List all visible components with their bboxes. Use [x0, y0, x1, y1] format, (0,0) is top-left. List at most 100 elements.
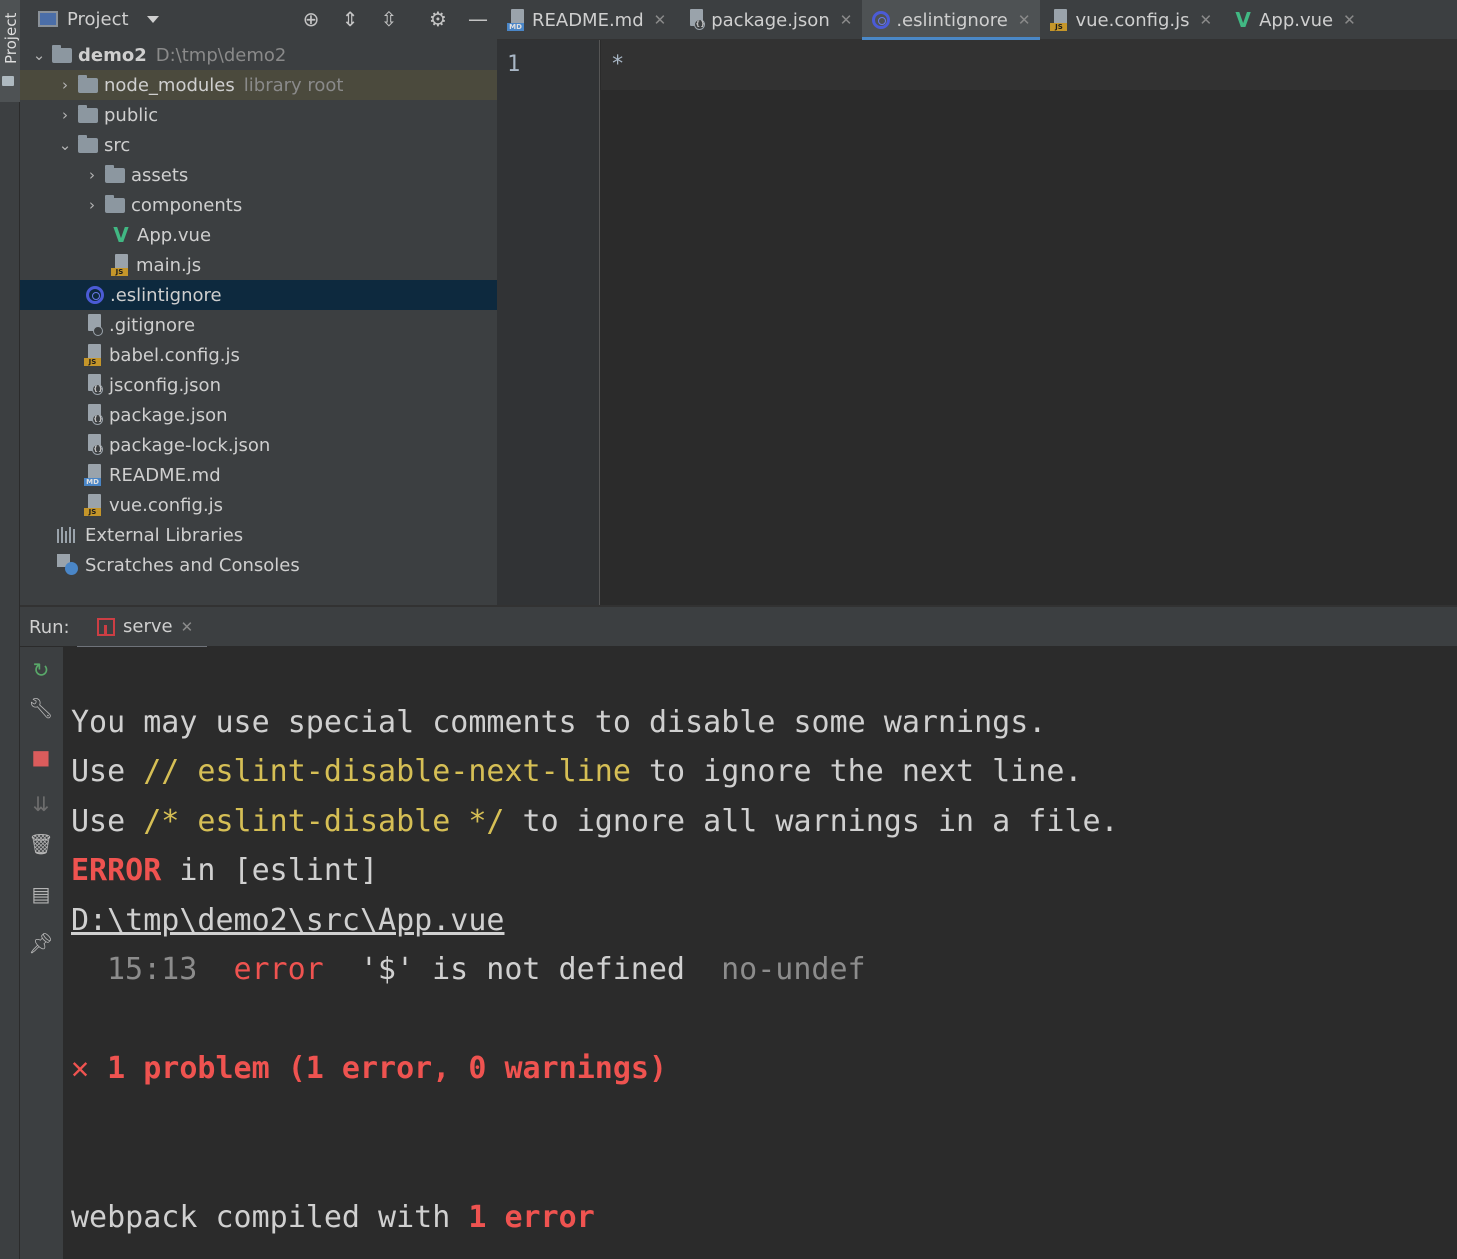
close-icon[interactable]: ✕: [1343, 11, 1356, 29]
trash-icon[interactable]: 🗑︎: [28, 831, 54, 857]
tree-item-label: demo2: [78, 44, 147, 66]
tree-item-readme[interactable]: MD README.md: [20, 460, 497, 490]
pin-icon[interactable]: 📌︎: [28, 930, 54, 956]
code-editor[interactable]: 1 *: [497, 40, 1457, 605]
close-icon[interactable]: ✕: [1200, 11, 1213, 29]
collapse-all-icon[interactable]: ⇳: [377, 7, 401, 31]
ignore-file-icon: [84, 314, 104, 336]
tree-item-components[interactable]: › components: [20, 190, 497, 220]
tree-item-eslintignore[interactable]: .eslintignore: [20, 280, 497, 310]
tree-item-public[interactable]: › public: [20, 100, 497, 130]
close-icon[interactable]: ✕: [654, 11, 667, 29]
tree-item-label: package-lock.json: [109, 434, 271, 456]
error-x-icon: ✕: [71, 1051, 90, 1086]
tree-item-package-lock[interactable]: {} package-lock.json: [20, 430, 497, 460]
tab-label: package.json: [711, 9, 830, 31]
expand-all-icon[interactable]: ⇕: [338, 7, 362, 31]
folder-icon: [105, 164, 125, 183]
tree-item-label: App.vue: [137, 224, 212, 246]
eslint-icon: [86, 286, 104, 304]
tree-item-node-modules[interactable]: › node_modules library root: [20, 70, 497, 100]
chevron-right-icon[interactable]: ›: [58, 106, 72, 124]
layout-icon[interactable]: ▤: [28, 881, 54, 907]
vue-icon: V: [113, 223, 129, 247]
console-output[interactable]: You may use special comments to disable …: [63, 647, 1457, 1259]
tab-eslintignore[interactable]: .eslintignore ✕: [862, 0, 1041, 40]
chevron-right-icon[interactable]: ›: [58, 76, 72, 94]
library-icon: [57, 527, 79, 543]
chevron-right-icon[interactable]: ›: [85, 166, 99, 184]
tree-item-label: public: [104, 104, 159, 126]
run-tab-serve[interactable]: serve ✕: [77, 607, 207, 649]
json-file-icon: {}: [84, 374, 104, 396]
stop-icon[interactable]: ■: [28, 744, 54, 770]
close-icon[interactable]: ✕: [840, 11, 853, 29]
tree-item-external-libraries[interactable]: External Libraries: [20, 520, 497, 550]
chevron-down-icon[interactable]: [146, 15, 159, 23]
tab-app-vue[interactable]: V App.vue ✕: [1222, 0, 1366, 40]
close-icon[interactable]: ✕: [1018, 11, 1031, 29]
tree-item-vue-config[interactable]: JS vue.config.js: [20, 490, 497, 520]
run-toolbar: ↻ 🔧︎ ■ ⇊ 🗑︎ ▤ 📌︎: [20, 647, 63, 1259]
tree-item-app-vue[interactable]: V App.vue: [20, 220, 497, 250]
tree-item-demo2[interactable]: ⌄ demo2 D:\tmp\demo2: [20, 40, 497, 70]
tree-item-label: vue.config.js: [109, 494, 224, 516]
project-tab-label: Project: [2, 12, 20, 64]
file-link[interactable]: D:\tmp\demo2\src\App.vue: [71, 903, 504, 938]
line-number: 1: [507, 52, 521, 77]
project-tool-window-tab[interactable]: Project: [0, 0, 20, 102]
tree-item-label: node_modules: [104, 74, 235, 96]
folder-icon: [78, 104, 98, 123]
json-file-icon: {}: [84, 404, 104, 426]
tree-item-hint: library root: [243, 74, 344, 96]
console-line: ERROR in [eslint]: [71, 853, 379, 888]
chevron-down-icon[interactable]: ⌄: [58, 136, 72, 154]
chevron-right-icon[interactable]: ›: [85, 196, 99, 214]
tree-item-gitignore[interactable]: .gitignore: [20, 310, 497, 340]
close-icon[interactable]: ✕: [181, 618, 194, 636]
tree-item-assets[interactable]: › assets: [20, 160, 497, 190]
tree-item-label: README.md: [109, 464, 221, 486]
project-toolbar: Project ⊕ ⇕ ⇳ ⚙ —: [20, 0, 497, 38]
tree-item-label: Scratches and Consoles: [85, 554, 300, 576]
left-tool-strip: Project: [0, 0, 20, 1259]
current-line-highlight: [601, 40, 1457, 90]
scroll-to-end-icon[interactable]: ⇊: [28, 791, 54, 817]
tab-package-json[interactable]: {} package.json ✕: [676, 0, 862, 40]
tree-item-jsconfig[interactable]: {} jsconfig.json: [20, 370, 497, 400]
scratches-icon: [57, 554, 79, 576]
rerun-icon[interactable]: ↻: [28, 657, 54, 683]
locate-icon[interactable]: ⊕: [299, 7, 323, 31]
tree-item-babel-config[interactable]: JS babel.config.js: [20, 340, 497, 370]
tab-vue-config[interactable]: JS vue.config.js ✕: [1040, 0, 1222, 40]
vue-icon: V: [1235, 8, 1251, 32]
tab-readme[interactable]: MD README.md ✕: [497, 0, 676, 40]
folder-icon: [78, 74, 98, 93]
tree-item-label: .gitignore: [109, 314, 196, 336]
chevron-down-icon[interactable]: ⌄: [32, 46, 46, 64]
json-file-icon: {}: [686, 9, 706, 31]
tree-item-scratches[interactable]: Scratches and Consoles: [20, 550, 497, 580]
js-file-icon: JS: [84, 494, 104, 516]
editor-tab-bar: MD README.md ✕ {} package.json ✕ .eslint…: [497, 0, 1457, 40]
code-line[interactable]: *: [611, 52, 624, 77]
gear-icon[interactable]: ⚙: [426, 7, 450, 31]
tree-item-main-js[interactable]: JS main.js: [20, 250, 497, 280]
run-label: Run:: [29, 617, 70, 638]
project-view-selector[interactable]: Project: [67, 9, 129, 30]
tab-label: README.md: [532, 9, 644, 31]
hide-icon[interactable]: —: [466, 7, 490, 31]
console-line: You may use special comments to disable …: [71, 705, 1047, 740]
console-line: Use // eslint-disable-next-line to ignor…: [71, 754, 1083, 789]
line-gutter: 1: [497, 40, 600, 605]
folder-icon: [105, 194, 125, 213]
run-tab-label: serve: [123, 616, 173, 637]
tree-item-package-json[interactable]: {} package.json: [20, 400, 497, 430]
tree-item-label: .eslintignore: [110, 284, 222, 306]
wrench-icon[interactable]: 🔧︎: [28, 695, 54, 721]
run-panel-header: Run: serve ✕: [20, 605, 1457, 649]
eslint-icon: [872, 11, 891, 29]
tree-item-label: babel.config.js: [109, 344, 240, 366]
tree-item-src[interactable]: ⌄ src: [20, 130, 497, 160]
folder-icon: [52, 44, 72, 63]
